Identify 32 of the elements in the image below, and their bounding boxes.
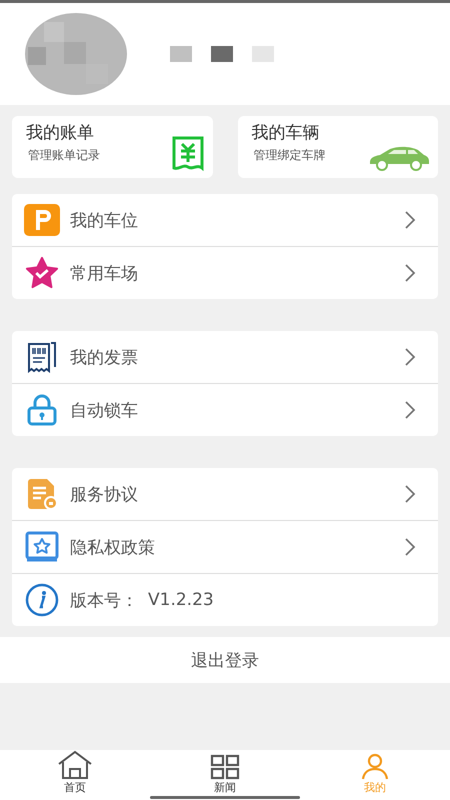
card-subtitle: 管理账单记录 bbox=[27, 147, 100, 164]
menu-item[interactable]: 我的车位 bbox=[12, 194, 438, 247]
star-check-icon bbox=[24, 256, 60, 290]
chevron-right-icon bbox=[404, 263, 416, 283]
grid-icon bbox=[210, 754, 240, 780]
chevron-right-icon bbox=[404, 347, 416, 367]
card-title: 我的账单 bbox=[26, 122, 95, 144]
menu-item[interactable]: 常用车场 bbox=[12, 247, 438, 299]
chevron-right-icon bbox=[404, 210, 416, 230]
menu-item[interactable]: 我的发票 bbox=[12, 331, 438, 384]
tab[interactable]: 首页 bbox=[0, 750, 150, 795]
info-icon bbox=[24, 583, 60, 617]
card-title: 我的车辆 bbox=[252, 122, 320, 144]
menu-item[interactable]: 自动锁车 bbox=[12, 384, 438, 436]
chevron-right-icon bbox=[404, 484, 416, 504]
version-label: 版本号： bbox=[70, 590, 138, 612]
car-icon bbox=[368, 144, 430, 172]
star-book-icon bbox=[24, 531, 60, 563]
menu-item[interactable]: 隐私权政策 bbox=[12, 521, 438, 574]
chevron-right-icon bbox=[404, 400, 416, 420]
person-icon bbox=[360, 752, 390, 780]
shortcut-card[interactable]: 我的车辆 管理绑定车牌 bbox=[238, 116, 438, 178]
card-subtitle: 管理绑定车牌 bbox=[252, 147, 326, 164]
version-number: V1.2.23 bbox=[148, 590, 214, 610]
home-icon bbox=[56, 750, 94, 780]
logout-button[interactable]: 退出登录 bbox=[0, 637, 450, 683]
parking-icon bbox=[24, 204, 60, 236]
menu-item[interactable]: 服务协议 bbox=[12, 468, 438, 521]
tab[interactable]: 新闻 bbox=[150, 750, 300, 795]
yuan-receipt-icon bbox=[170, 136, 204, 172]
chevron-right-icon bbox=[404, 537, 416, 557]
shortcut-card[interactable]: 我的账单 管理账单记录 bbox=[12, 116, 212, 178]
